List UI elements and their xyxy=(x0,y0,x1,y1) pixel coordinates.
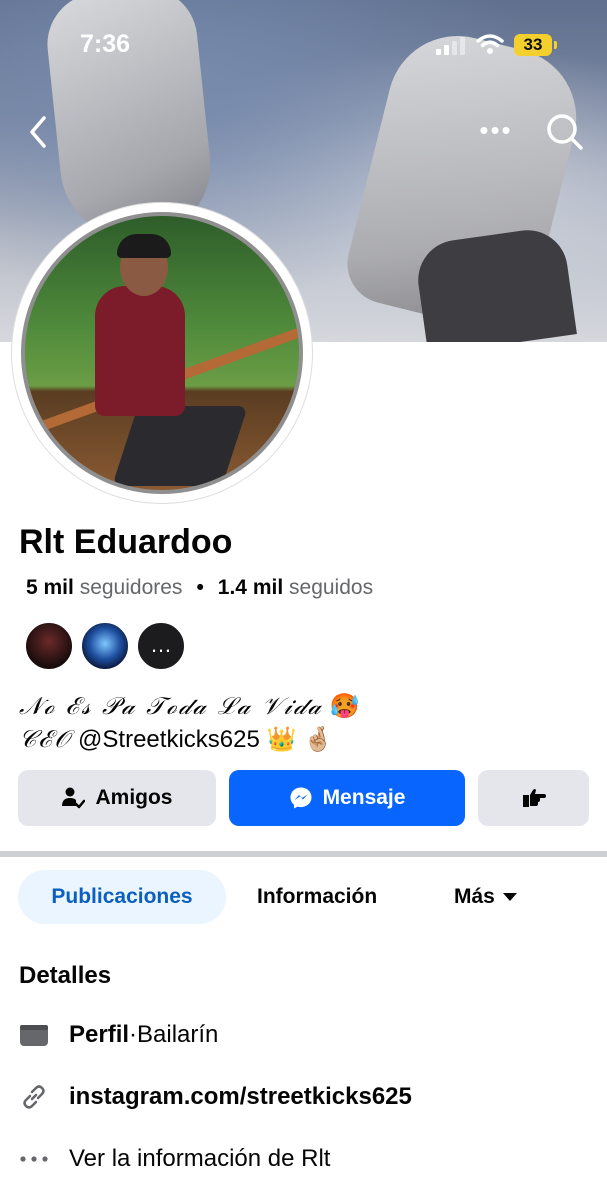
bio-emoji: 🥵 xyxy=(329,693,360,720)
wifi-icon xyxy=(476,34,504,54)
see-info-text[interactable]: Ver la información de Rlt xyxy=(69,1145,330,1173)
photo-suit xyxy=(95,286,185,416)
avatar xyxy=(21,212,303,494)
following-label: seguidos xyxy=(289,576,374,599)
detail-website-link[interactable]: instagram.com/streetkicks625 xyxy=(19,1077,412,1117)
status-time: 7:36 xyxy=(80,30,131,58)
message-button[interactable]: Mensaje xyxy=(229,770,465,826)
photo-hair xyxy=(117,234,171,258)
section-divider xyxy=(0,851,607,857)
details-heading: Detalles xyxy=(19,962,112,989)
bio-motto: 𝒩ℴ ℰ𝓈 𝒫𝒶 𝒯ℴ𝒹𝒶 ℒ𝒶 𝒱𝒾𝒹𝒶 xyxy=(19,692,323,720)
status-bar: 7:36 33 xyxy=(0,0,607,90)
messenger-icon xyxy=(290,787,312,809)
followers-stat[interactable]: 5 mil seguidores xyxy=(26,576,182,599)
stats-separator: • xyxy=(196,576,204,599)
more-options-icon[interactable]: ••• xyxy=(478,117,514,143)
profile-bio: 𝒩ℴ ℰ𝓈 𝒫𝒶 𝒯ℴ𝒹𝒶 ℒ𝒶 𝒱𝒾𝒹𝒶 🥵 𝒞ℰ𝒪 @Streetkicks… xyxy=(19,690,359,756)
friend-avatar[interactable] xyxy=(80,621,130,671)
bio-line-1: 𝒩ℴ ℰ𝓈 𝒫𝒶 𝒯ℴ𝒹𝒶 ℒ𝒶 𝒱𝒾𝒹𝒶 🥵 xyxy=(19,690,359,723)
follow-stats: 5 mil seguidores • 1.4 mil seguidos xyxy=(26,576,373,600)
friends-more-button[interactable]: … xyxy=(136,621,186,671)
following-stat[interactable]: 1.4 mil seguidos xyxy=(218,576,373,599)
website-link-text[interactable]: instagram.com/streetkicks625 xyxy=(69,1083,412,1111)
friends-button-label: Amigos xyxy=(95,786,173,809)
poke-button[interactable] xyxy=(478,770,589,826)
search-icon[interactable] xyxy=(545,112,585,152)
following-count: 1.4 mil xyxy=(217,576,284,599)
friend-check-icon xyxy=(62,787,86,809)
detail-profile-value: Bailarín xyxy=(137,1021,219,1048)
bio-emoji: 👑 🤞🏼 xyxy=(266,726,333,753)
ellipsis-icon xyxy=(19,1144,49,1174)
back-icon[interactable] xyxy=(22,112,56,152)
tab-info[interactable]: Información xyxy=(257,870,377,924)
tab-more[interactable]: Más xyxy=(454,870,517,924)
caret-down-icon xyxy=(502,893,517,901)
friend-avatar[interactable] xyxy=(24,621,74,671)
bio-title: 𝒞ℰ𝒪 xyxy=(19,725,72,753)
poke-icon xyxy=(522,789,546,807)
tab-more-label: Más xyxy=(454,885,495,908)
profile-name: Rlt Eduardoo xyxy=(19,523,233,561)
battery-icon: 33 xyxy=(514,34,557,56)
signal-icon xyxy=(436,37,466,55)
followers-count: 5 mil xyxy=(26,576,74,599)
message-button-label: Mensaje xyxy=(322,786,406,809)
photo-legs xyxy=(112,406,248,486)
tab-posts[interactable]: Publicaciones xyxy=(18,870,226,924)
friends-button[interactable]: Amigos xyxy=(18,770,216,826)
detail-see-info[interactable]: Ver la información de Rlt xyxy=(19,1139,330,1179)
profile-picture[interactable] xyxy=(12,203,312,503)
clapperboard-icon xyxy=(19,1020,49,1050)
bio-handle-link[interactable]: @Streetkicks625 xyxy=(78,726,260,753)
detail-profile-category: Perfil · Bailarín xyxy=(19,1015,218,1055)
link-icon xyxy=(19,1082,49,1112)
detail-separator: · xyxy=(129,1021,138,1048)
followers-label: seguidores xyxy=(79,576,183,599)
bio-line-2: 𝒞ℰ𝒪 @Streetkicks625 👑 🤞🏼 xyxy=(19,723,359,756)
detail-profile-label: Perfil xyxy=(69,1021,130,1048)
